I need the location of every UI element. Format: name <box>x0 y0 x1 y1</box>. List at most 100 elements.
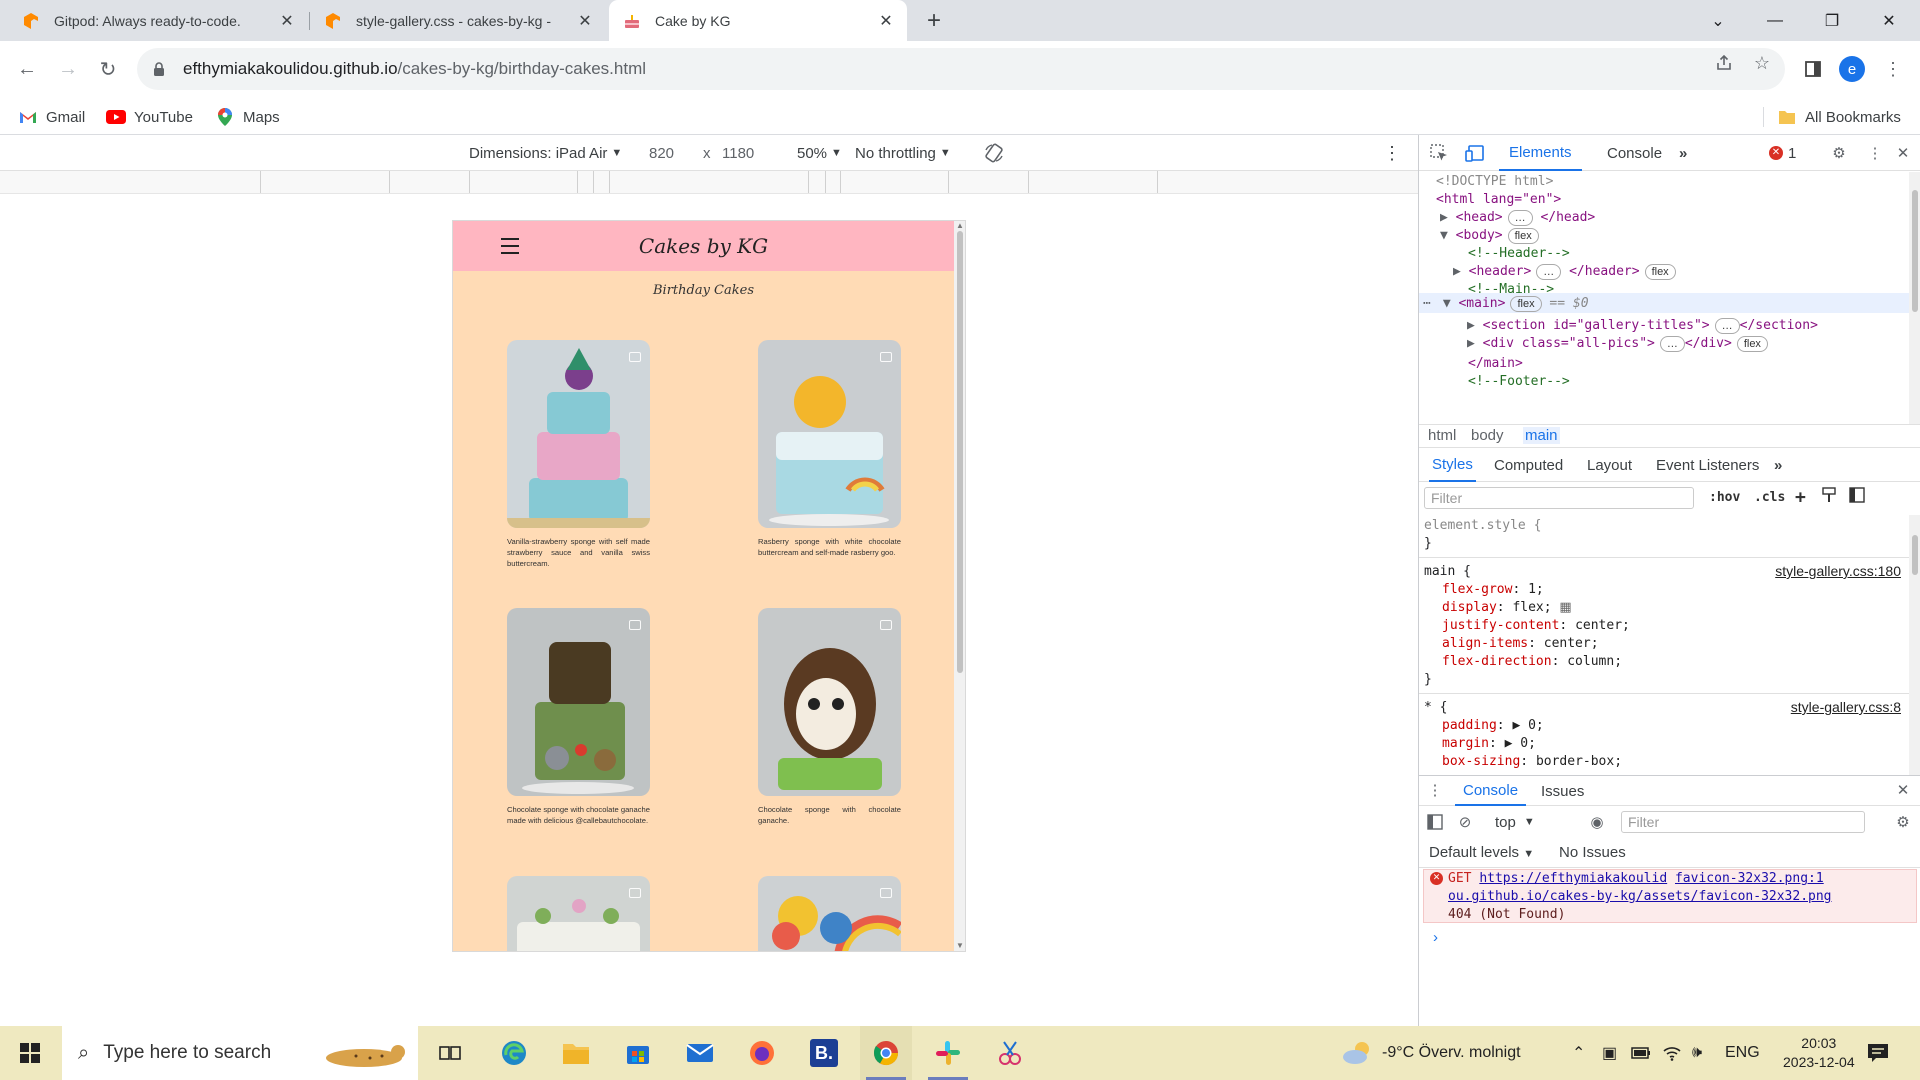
window-close-button[interactable]: ✕ <box>1863 0 1915 41</box>
more-subtabs-icon[interactable]: » <box>1774 448 1782 482</box>
tab-styles[interactable]: Styles <box>1429 448 1476 482</box>
hamburger-menu-icon[interactable] <box>501 238 519 254</box>
css-declaration[interactable]: display: flex; ▦ <box>1442 599 1572 617</box>
dom-main[interactable]: ⋯ ▼ <main> flex == $0 <box>1423 294 1589 314</box>
dom-header[interactable]: ▶ <header> … </header> flex <box>1453 262 1676 282</box>
breadcrumb-html[interactable]: html <box>1428 427 1456 444</box>
cake-photo[interactable] <box>507 608 650 796</box>
windows-start-icon[interactable] <box>8 1026 52 1080</box>
forward-button[interactable]: → <box>52 53 84 85</box>
cake-photo[interactable] <box>758 608 901 796</box>
throttling-select[interactable]: No throttling ▼ <box>855 135 951 171</box>
tab-search-icon[interactable]: ⌄ <box>1692 0 1744 41</box>
paint-brush-icon[interactable] <box>1822 487 1836 509</box>
inspect-element-icon[interactable] <box>1429 143 1449 163</box>
clock[interactable]: 20:03 2023-12-04 <box>1783 1026 1855 1080</box>
universal-rule-source-link[interactable]: style-gallery.css:8 <box>1791 699 1901 715</box>
css-declaration[interactable]: padding: ▶ 0; <box>1442 717 1544 735</box>
scrollbar-thumb[interactable] <box>1912 190 1918 312</box>
devtools-close-icon[interactable]: ✕ <box>1893 143 1913 163</box>
device-toolbar-menu-icon[interactable]: ⋮ <box>1383 135 1401 171</box>
notification-center-icon[interactable] <box>1867 1026 1889 1080</box>
drawer-close-icon[interactable]: ✕ <box>1893 780 1913 800</box>
console-settings-gear-icon[interactable]: ⚙ <box>1893 812 1913 832</box>
hover-state-button[interactable]: :hov <box>1709 487 1740 509</box>
weather-widget[interactable]: -9°C Överv. molnigt <box>1340 1026 1521 1080</box>
flex-badge[interactable]: flex <box>1507 228 1539 244</box>
tab-style-gallery[interactable]: style-gallery.css - cakes-by-kg - ✕ <box>310 0 606 41</box>
tab-layout[interactable]: Layout <box>1587 448 1632 482</box>
zoom-select[interactable]: 50% ▼ <box>797 135 842 171</box>
cake-card[interactable] <box>507 876 650 951</box>
devtools-menu-icon[interactable]: ⋮ <box>1865 143 1885 163</box>
css-declaration[interactable]: flex-grow: 1; <box>1442 581 1544 599</box>
share-icon[interactable] <box>1713 52 1735 74</box>
clear-console-icon[interactable]: ⊘ <box>1455 812 1475 832</box>
tab-cake-by-kg[interactable]: Cake by KG ✕ <box>609 0 907 41</box>
chrome-icon[interactable] <box>860 1026 912 1080</box>
bookmark-maps[interactable]: Maps <box>215 99 280 135</box>
back-button[interactable]: ← <box>11 53 43 85</box>
battery-icon[interactable] <box>1631 1026 1651 1080</box>
taskbar-search-input[interactable]: ⌕ Type here to search <box>62 1026 418 1080</box>
class-toggle-button[interactable]: .cls <box>1754 487 1785 509</box>
wifi-icon[interactable] <box>1662 1026 1682 1080</box>
breadcrumb-main[interactable]: main <box>1523 427 1560 444</box>
error-url-link[interactable]: https://efthymiakakoulid <box>1479 871 1667 886</box>
task-view-icon[interactable] <box>425 1026 475 1080</box>
cake-card[interactable]: Chocolate sponge with chocolate ganache. <box>758 608 901 826</box>
css-declaration[interactable]: align-items: center; <box>1442 635 1599 653</box>
collapse-triangle-icon[interactable]: ▼ <box>1443 296 1451 311</box>
drawer-tab-console[interactable]: Console <box>1455 776 1527 806</box>
scrollbar-thumb[interactable] <box>1912 535 1918 575</box>
context-select[interactable]: top ▼ <box>1495 806 1535 838</box>
tab-gitpod[interactable]: Gitpod: Always ready-to-code. ✕ <box>8 0 308 41</box>
tab-elements[interactable]: Elements <box>1499 135 1582 171</box>
tab-event-listeners[interactable]: Event Listeners <box>1656 448 1759 482</box>
dom-body[interactable]: ▼ <body> flex <box>1440 226 1539 246</box>
collapsed-pill[interactable]: … <box>1507 210 1533 226</box>
slack-icon[interactable] <box>922 1026 974 1080</box>
cake-photo[interactable] <box>507 340 650 528</box>
firefox-icon[interactable] <box>736 1026 788 1080</box>
css-declaration[interactable]: box-sizing: border-box; <box>1442 753 1622 771</box>
new-tab-button[interactable]: + <box>921 7 947 34</box>
row-more-icon[interactable]: ⋯ <box>1423 296 1431 311</box>
expand-triangle-icon[interactable]: ▶ <box>1467 318 1475 333</box>
reload-button[interactable]: ↻ <box>92 53 124 85</box>
bookmark-gmail[interactable]: Gmail <box>18 99 85 135</box>
close-icon[interactable]: ✕ <box>877 12 895 30</box>
maximize-button[interactable]: ❐ <box>1806 0 1858 41</box>
collapsed-pill[interactable]: … <box>1536 264 1562 280</box>
scroll-down-arrow-icon[interactable]: ▼ <box>955 941 965 951</box>
snipping-tool-icon[interactable] <box>984 1026 1036 1080</box>
tab-computed[interactable]: Computed <box>1494 448 1563 482</box>
site-title[interactable]: Cakes by KG <box>639 234 768 258</box>
device-width-input[interactable]: 820 <box>649 135 674 171</box>
more-tabs-icon[interactable]: » <box>1673 135 1693 171</box>
bookmark-star-icon[interactable]: ☆ <box>1751 52 1773 74</box>
scrollbar-thumb[interactable] <box>957 231 963 673</box>
settings-gear-icon[interactable]: ⚙ <box>1829 143 1849 163</box>
cake-card[interactable]: Vanilla-strawberry sponge with self made… <box>507 340 650 569</box>
close-icon[interactable]: ✕ <box>576 12 594 30</box>
booking-icon[interactable]: B. <box>798 1026 850 1080</box>
file-explorer-icon[interactable] <box>550 1026 602 1080</box>
console-sidebar-icon[interactable] <box>1425 812 1445 832</box>
device-dimensions-select[interactable]: Dimensions: iPad Air ▼ <box>469 135 622 171</box>
css-declaration[interactable]: margin: ▶ 0; <box>1442 735 1536 753</box>
dom-comment[interactable]: <!--Footer--> <box>1468 372 1570 392</box>
console-filter-input[interactable]: Filter <box>1621 811 1865 833</box>
minimize-button[interactable]: — <box>1749 0 1801 41</box>
console-prompt-chevron-icon[interactable]: › <box>1433 929 1438 946</box>
cake-photo[interactable] <box>758 340 901 528</box>
dom-doctype[interactable]: <!DOCTYPE html> <box>1436 172 1553 192</box>
drawer-menu-icon[interactable]: ⋮ <box>1425 780 1445 800</box>
styles-filter-input[interactable]: Filter <box>1424 487 1694 509</box>
tray-chevron-icon[interactable]: ⌃ <box>1572 1026 1585 1080</box>
universal-rule-selector[interactable]: * { <box>1424 699 1447 717</box>
collapsed-pill[interactable]: … <box>1714 318 1740 334</box>
flex-badge[interactable]: flex <box>1736 336 1768 352</box>
dom-div-all-pics[interactable]: ▶ <div class="all-pics"> … </div> flex <box>1467 334 1768 354</box>
issues-count[interactable]: No Issues <box>1559 844 1626 861</box>
